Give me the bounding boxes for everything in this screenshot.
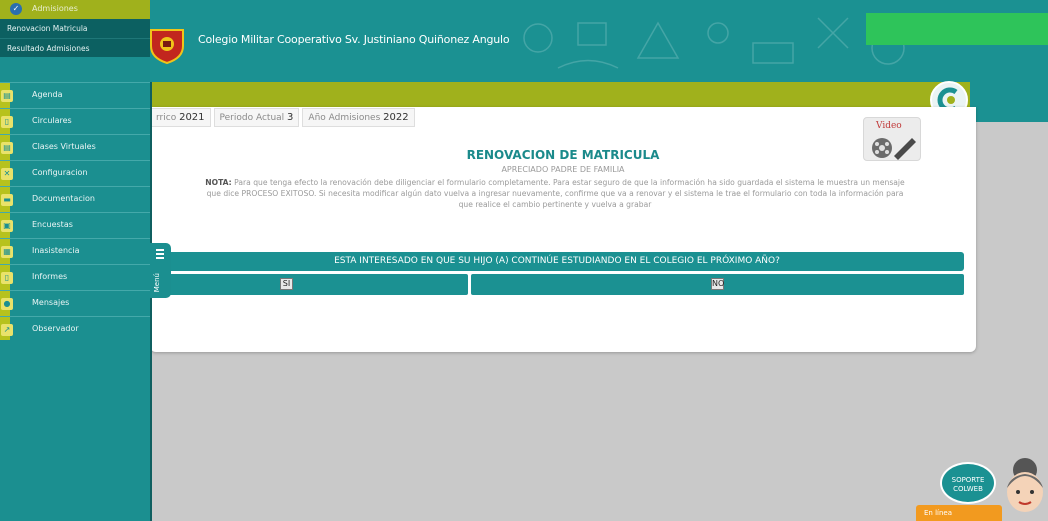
- sidebar-item-label: Inasistencia: [32, 246, 80, 255]
- message-icon: ●: [1, 298, 13, 310]
- current-year-label: rrico: [156, 112, 177, 123]
- sidebar-subitem-renovacion[interactable]: Renovacion Matricula: [0, 19, 150, 38]
- top-accent-bar: [150, 82, 1048, 107]
- admission-year: Año Admisiones 2022: [302, 107, 415, 127]
- sidebar-item-circulares[interactable]: ▯ Circulares: [0, 108, 150, 134]
- chart-icon: ↗: [1, 324, 13, 336]
- note-text: Para que tenga efecto la renovación debe…: [206, 178, 905, 209]
- sidebar-item-mensajes[interactable]: ● Mensajes: [0, 290, 150, 316]
- page-title: RENOVACION DE MATRICULA: [466, 148, 660, 162]
- header-doodles-decoration: [523, 17, 905, 69]
- tools-icon: ✕: [1, 168, 13, 180]
- option-yes[interactable]: SI: [150, 274, 468, 295]
- sidebar-item-label: Configuracion: [32, 168, 88, 177]
- school-crest-icon[interactable]: [147, 24, 187, 64]
- sidebar-item-observador[interactable]: ↗ Observador: [0, 316, 150, 342]
- school-name: Colegio Militar Cooperativo Sv. Justinia…: [198, 33, 510, 46]
- sidebar-item-label: Observador: [32, 324, 79, 333]
- hamburger-icon: [156, 249, 164, 261]
- menu-tab-label: Menú: [153, 273, 161, 293]
- live-chat-tab[interactable]: En línea: [916, 505, 1002, 521]
- current-year: rrico 2021: [150, 107, 211, 127]
- sidebar-item-encuestas[interactable]: ▣ Encuestas: [0, 212, 150, 238]
- admission-year-value: 2022: [383, 111, 409, 123]
- option-yes-radio[interactable]: SI: [280, 278, 293, 290]
- folder-icon: ▬: [1, 194, 13, 206]
- report-icon: ▯: [1, 272, 13, 284]
- current-period-label: Periodo Actual: [219, 112, 285, 123]
- sidebar-section-admissions[interactable]: ✓ Admisiones: [0, 0, 150, 19]
- page-subtitle: APRECIADO PADRE DE FAMILIA: [501, 165, 625, 174]
- app-header: Colegio Militar Cooperativo Sv. Justinia…: [0, 0, 1048, 82]
- sidebar: ✓ Admisiones Renovacion Matricula Result…: [0, 0, 150, 521]
- survey-icon: ▣: [1, 220, 13, 232]
- header-extension: [970, 82, 1048, 122]
- sidebar-item-informes[interactable]: ▯ Informes: [0, 264, 150, 290]
- agenda-icon: ▤: [1, 90, 13, 102]
- note-prefix: NOTA:: [205, 178, 232, 187]
- sidebar-item-label: Encuestas: [32, 220, 73, 229]
- sidebar-item-agenda[interactable]: ▤ Agenda: [0, 82, 150, 108]
- sidebar-item-clases-virtuales[interactable]: ▤ Clases Virtuales: [0, 134, 150, 160]
- check-icon: ✓: [10, 3, 22, 15]
- assistant-avatar-icon[interactable]: [1002, 450, 1048, 521]
- sidebar-item-label: Agenda: [32, 90, 63, 99]
- sidebar-item-label: Circulares: [32, 116, 72, 125]
- sidebar-item-inasistencia[interactable]: ▦ Inasistencia: [0, 238, 150, 264]
- current-period: Periodo Actual 3: [213, 107, 300, 127]
- sidebar-item-documentacion[interactable]: ▬ Documentacion: [0, 186, 150, 212]
- sidebar-item-configuracion[interactable]: ✕ Configuracion: [0, 160, 150, 186]
- current-period-value: 3: [287, 111, 294, 123]
- enrollment-renewal-card: rrico 2021 Periodo Actual 3 Año Admision…: [150, 107, 976, 352]
- sidebar-divider: [150, 82, 152, 521]
- sidebar-item-label: Mensajes: [32, 298, 70, 307]
- sidebar-item-label: Clases Virtuales: [32, 142, 96, 151]
- period-info-bar: rrico 2021 Periodo Actual 3 Año Admision…: [150, 107, 418, 127]
- calendar-icon: ▦: [1, 246, 13, 258]
- support-bubble[interactable]: SOPORTE COLWEB: [940, 462, 996, 504]
- video-button-label: Video: [876, 121, 902, 131]
- option-no-radio[interactable]: NO: [711, 278, 724, 290]
- header-status-box: [866, 13, 1048, 45]
- sidebar-item-label: Documentacion: [32, 194, 95, 203]
- sidebar-section-label: Admisiones: [32, 4, 78, 13]
- continuation-question: ESTA INTERESADO EN QUE SU HIJO (A) CONTI…: [150, 252, 964, 271]
- virtual-class-icon: ▤: [1, 142, 13, 154]
- option-no[interactable]: NO: [471, 274, 964, 295]
- current-year-value: 2021: [179, 111, 205, 123]
- document-icon: ▯: [1, 116, 13, 128]
- menu-toggle-tab[interactable]: Menú: [150, 243, 171, 298]
- sidebar-subitem-resultado[interactable]: Resultado Admisiones: [0, 38, 150, 57]
- answer-options: SI NO: [150, 274, 964, 295]
- instructions-note: NOTA: Para que tenga efecto la renovació…: [205, 177, 905, 210]
- admission-year-label: Año Admisiones: [308, 112, 381, 123]
- sidebar-item-label: Informes: [32, 272, 68, 281]
